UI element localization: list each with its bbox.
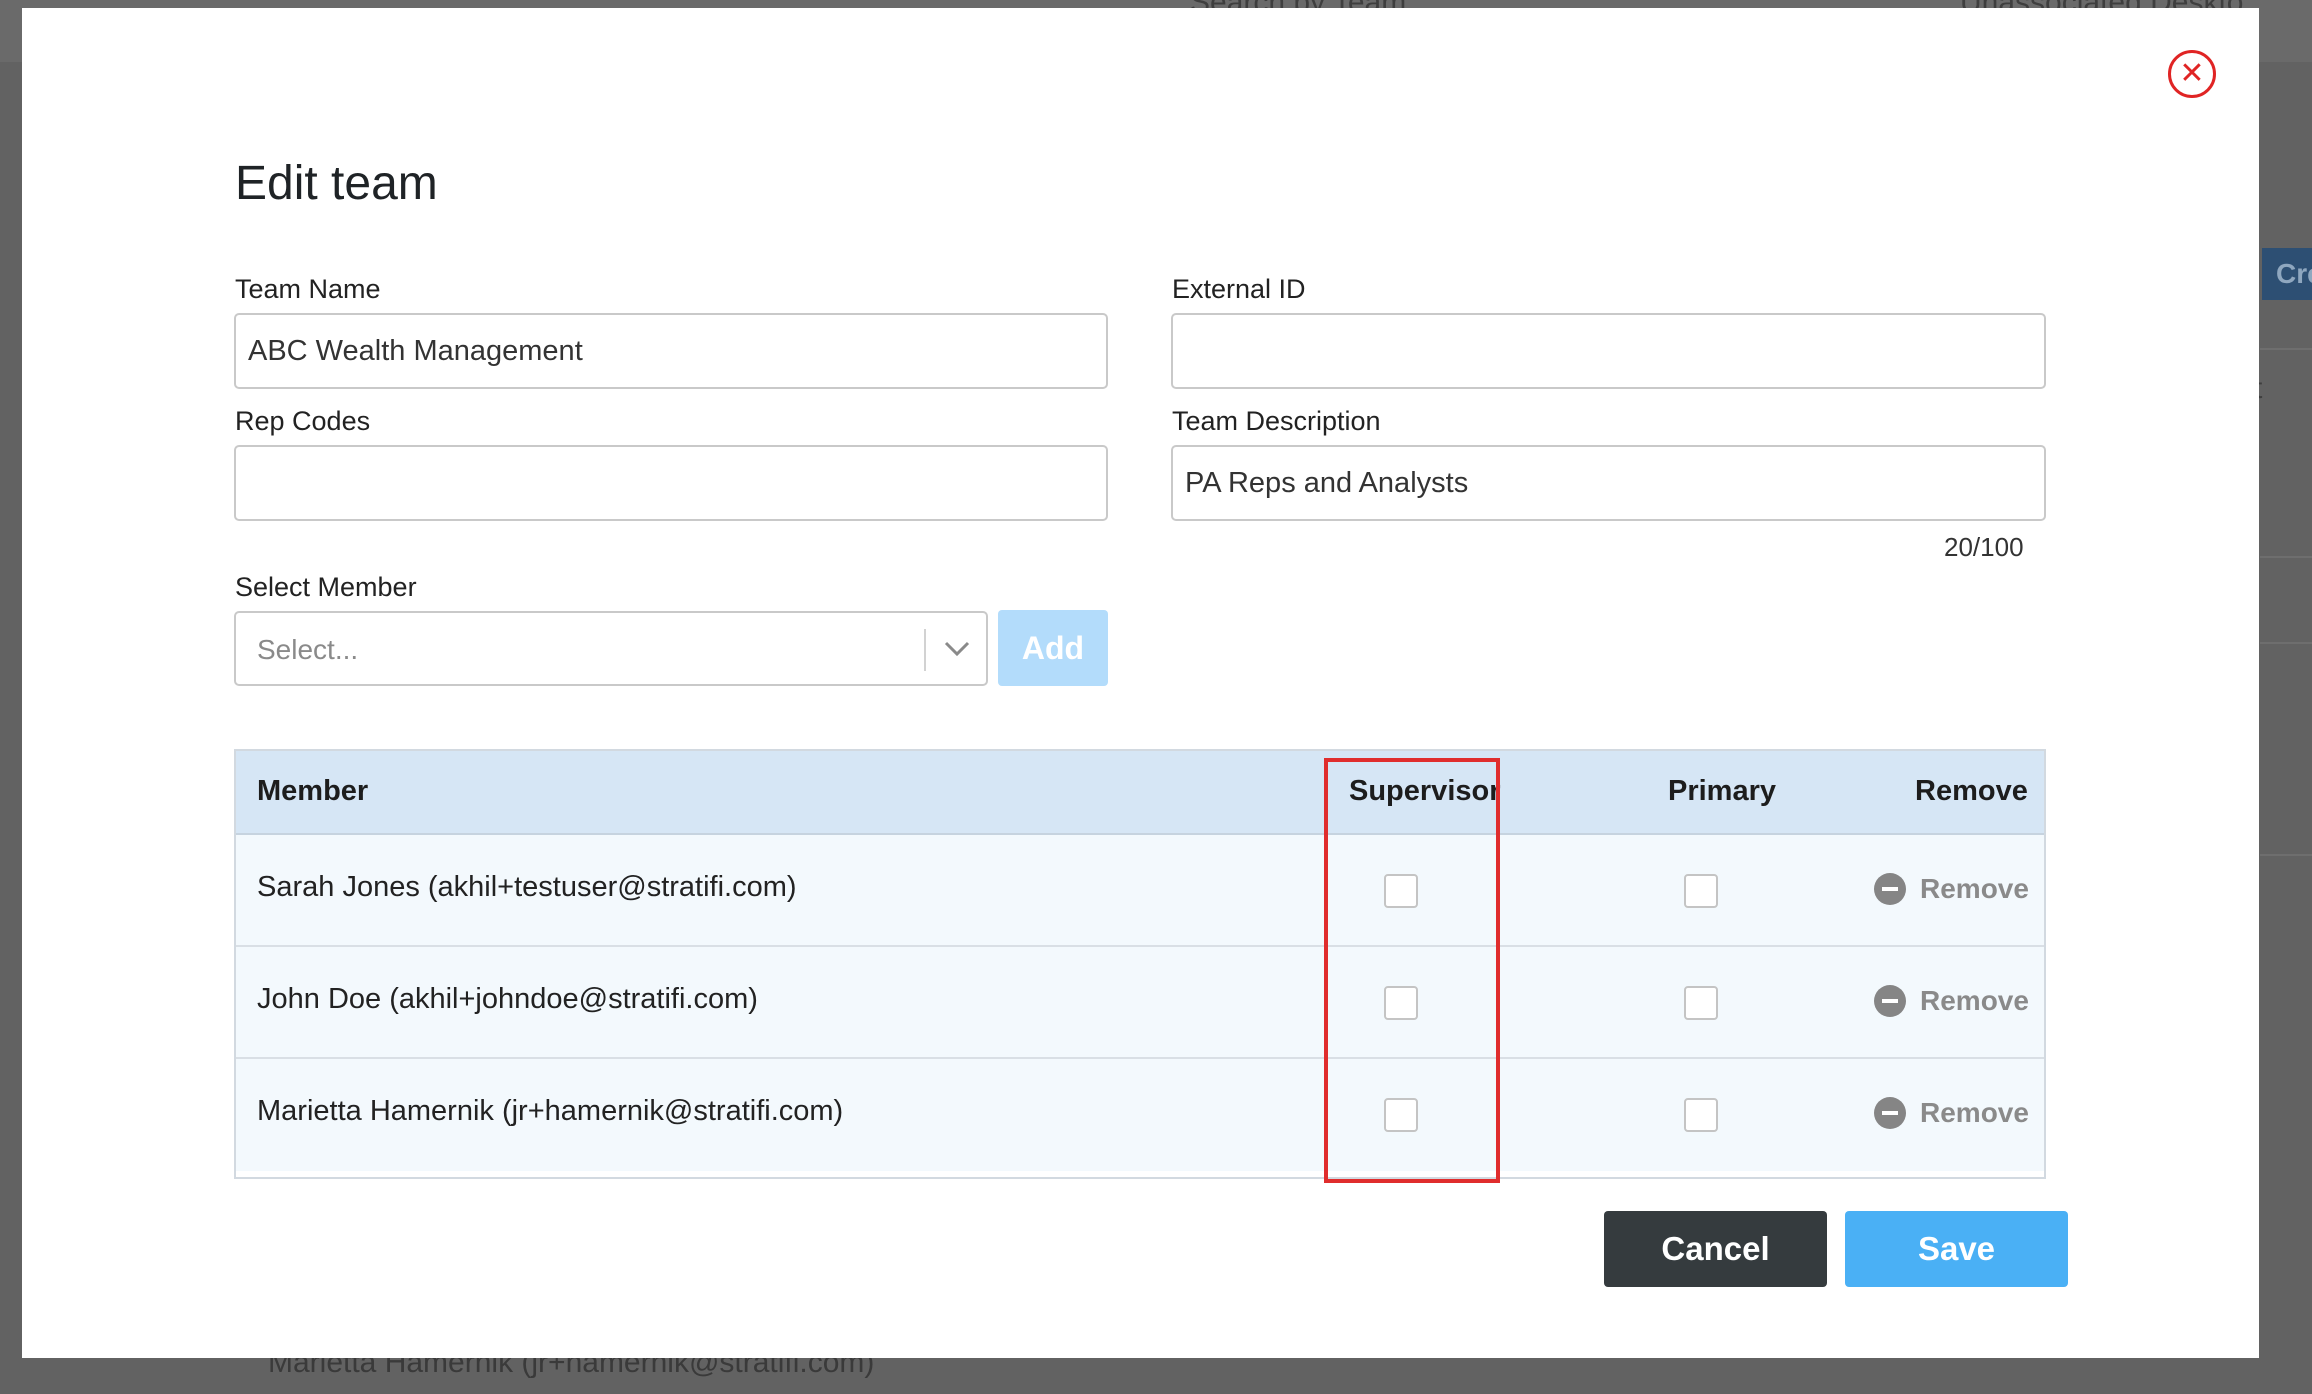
minus-circle-icon: [1874, 873, 1906, 905]
member-name: Marietta Hamernik (jr+hamernik@stratifi.…: [257, 1095, 844, 1127]
background-divider: [2260, 642, 2312, 644]
minus-circle-icon: [1874, 1097, 1906, 1129]
dropdown-separator: [924, 629, 926, 671]
remove-member-button[interactable]: Remove: [1874, 1095, 2029, 1131]
remove-member-button[interactable]: Remove: [1874, 983, 2029, 1019]
header-member: Member: [257, 775, 369, 807]
remove-label: Remove: [1920, 1097, 2029, 1128]
members-table: Member Supervisor Primary Remove Sarah J…: [234, 749, 2046, 1179]
select-member-label: Select Member: [235, 572, 417, 602]
remove-member-button[interactable]: Remove: [1874, 871, 2029, 907]
table-row: Sarah Jones (akhil+testuser@stratifi.com…: [236, 835, 2044, 947]
primary-checkbox[interactable]: [1684, 1098, 1718, 1132]
rep-codes-input[interactable]: [234, 445, 1108, 521]
header-primary: Primary: [1668, 775, 1777, 807]
minus-circle-icon: [1874, 985, 1906, 1017]
remove-label: Remove: [1920, 873, 2029, 904]
primary-checkbox[interactable]: [1684, 986, 1718, 1020]
member-name: John Doe (akhil+johndoe@stratifi.com): [257, 983, 758, 1015]
modal-title: Edit team: [235, 157, 438, 210]
team-description-label: Team Description: [1172, 406, 1381, 436]
edit-team-modal: ✕ Edit team Team Name External ID Rep Co…: [22, 8, 2259, 1358]
close-icon[interactable]: ✕: [2168, 50, 2216, 98]
description-char-counter: 20/100: [1944, 532, 2024, 562]
team-name-label: Team Name: [235, 274, 381, 304]
external-id-label: External ID: [1172, 274, 1306, 304]
add-member-button[interactable]: Add: [998, 610, 1108, 686]
table-row: Marietta Hamernik (jr+hamernik@stratifi.…: [236, 1059, 2044, 1171]
select-member-dropdown[interactable]: Select...: [234, 611, 988, 686]
team-name-input[interactable]: [234, 313, 1108, 389]
background-divider: [2260, 348, 2312, 350]
background-divider: [2260, 854, 2312, 856]
external-id-input[interactable]: [1171, 313, 2046, 389]
primary-checkbox[interactable]: [1684, 874, 1718, 908]
save-button[interactable]: Save: [1845, 1211, 2068, 1287]
supervisor-column-highlight: [1324, 758, 1500, 1183]
chevron-down-icon[interactable]: [936, 627, 978, 669]
team-description-input[interactable]: [1171, 445, 2046, 521]
member-name: Sarah Jones (akhil+testuser@stratifi.com…: [257, 871, 797, 903]
background-divider: [2260, 556, 2312, 558]
rep-codes-label: Rep Codes: [235, 406, 371, 436]
cancel-button[interactable]: Cancel: [1604, 1211, 1827, 1287]
select-member-placeholder: Select...: [257, 634, 359, 665]
table-row: John Doe (akhil+johndoe@stratifi.com) Re…: [236, 947, 2044, 1059]
table-header: Member Supervisor Primary Remove: [236, 751, 2044, 835]
background-create-button: Cre: [2262, 248, 2312, 300]
remove-label: Remove: [1920, 985, 2029, 1016]
header-remove: Remove: [1915, 775, 2028, 807]
